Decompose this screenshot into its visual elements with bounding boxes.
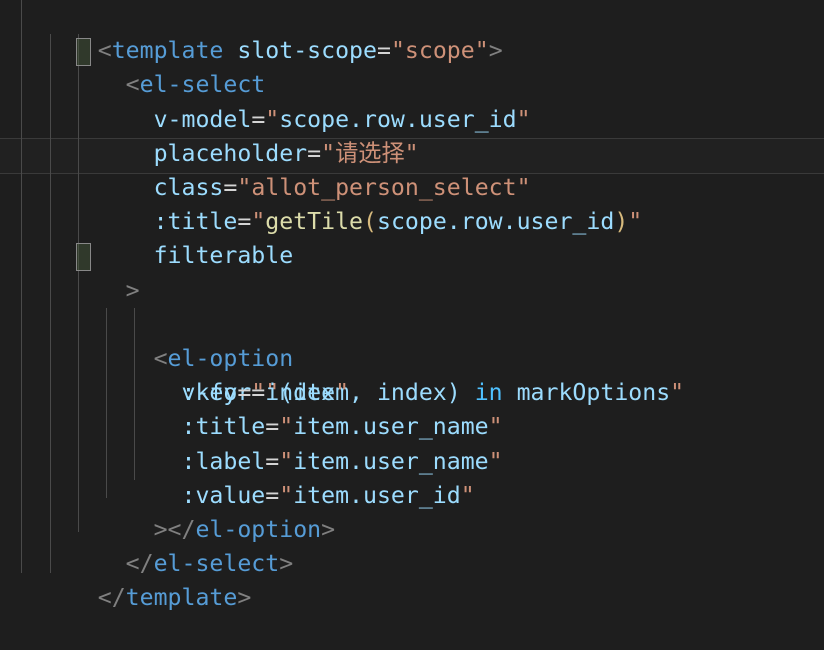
code-line-9-blank[interactable]	[0, 274, 824, 308]
code-line-7[interactable]: filterable	[0, 205, 824, 269]
code-line-2[interactable]: <el-select	[0, 34, 824, 98]
code-line-6[interactable]: :title="getTile(scope.row.user_id)"	[0, 171, 824, 235]
close-angle-bracket-icon-18: >	[237, 584, 252, 612]
code-line-14[interactable]: :label="item.user_name"	[0, 410, 824, 475]
line-18-indent	[56, 584, 98, 611]
code-line-10[interactable]: <el-option	[0, 308, 824, 372]
closing-tag-slash-18: </	[97, 584, 126, 612]
code-line-12[interactable]: :key="index"	[0, 342, 824, 406]
code-line-5[interactable]: class="allot_person_select"	[0, 137, 824, 201]
code-line-16[interactable]: ></el-option>	[0, 479, 824, 543]
code-line-3[interactable]: v-model="scope.row.user_id"	[0, 68, 824, 133]
code-editor-surface[interactable]: <template slot-scope="scope"> <el-select…	[0, 0, 824, 611]
code-line-13[interactable]: :title="item.user_name"	[0, 376, 824, 440]
code-line-1[interactable]: <template slot-scope="scope">	[0, 0, 824, 64]
code-line-4[interactable]: placeholder="请选择"	[0, 103, 824, 167]
code-line-15[interactable]: :value="item.user_id"	[0, 445, 824, 509]
closing-tag-name-template: template	[125, 584, 238, 612]
code-line-8[interactable]: >	[0, 239, 824, 304]
code-line-18[interactable]: </template>	[0, 547, 824, 611]
code-line-17[interactable]: </el-select>	[0, 513, 824, 577]
